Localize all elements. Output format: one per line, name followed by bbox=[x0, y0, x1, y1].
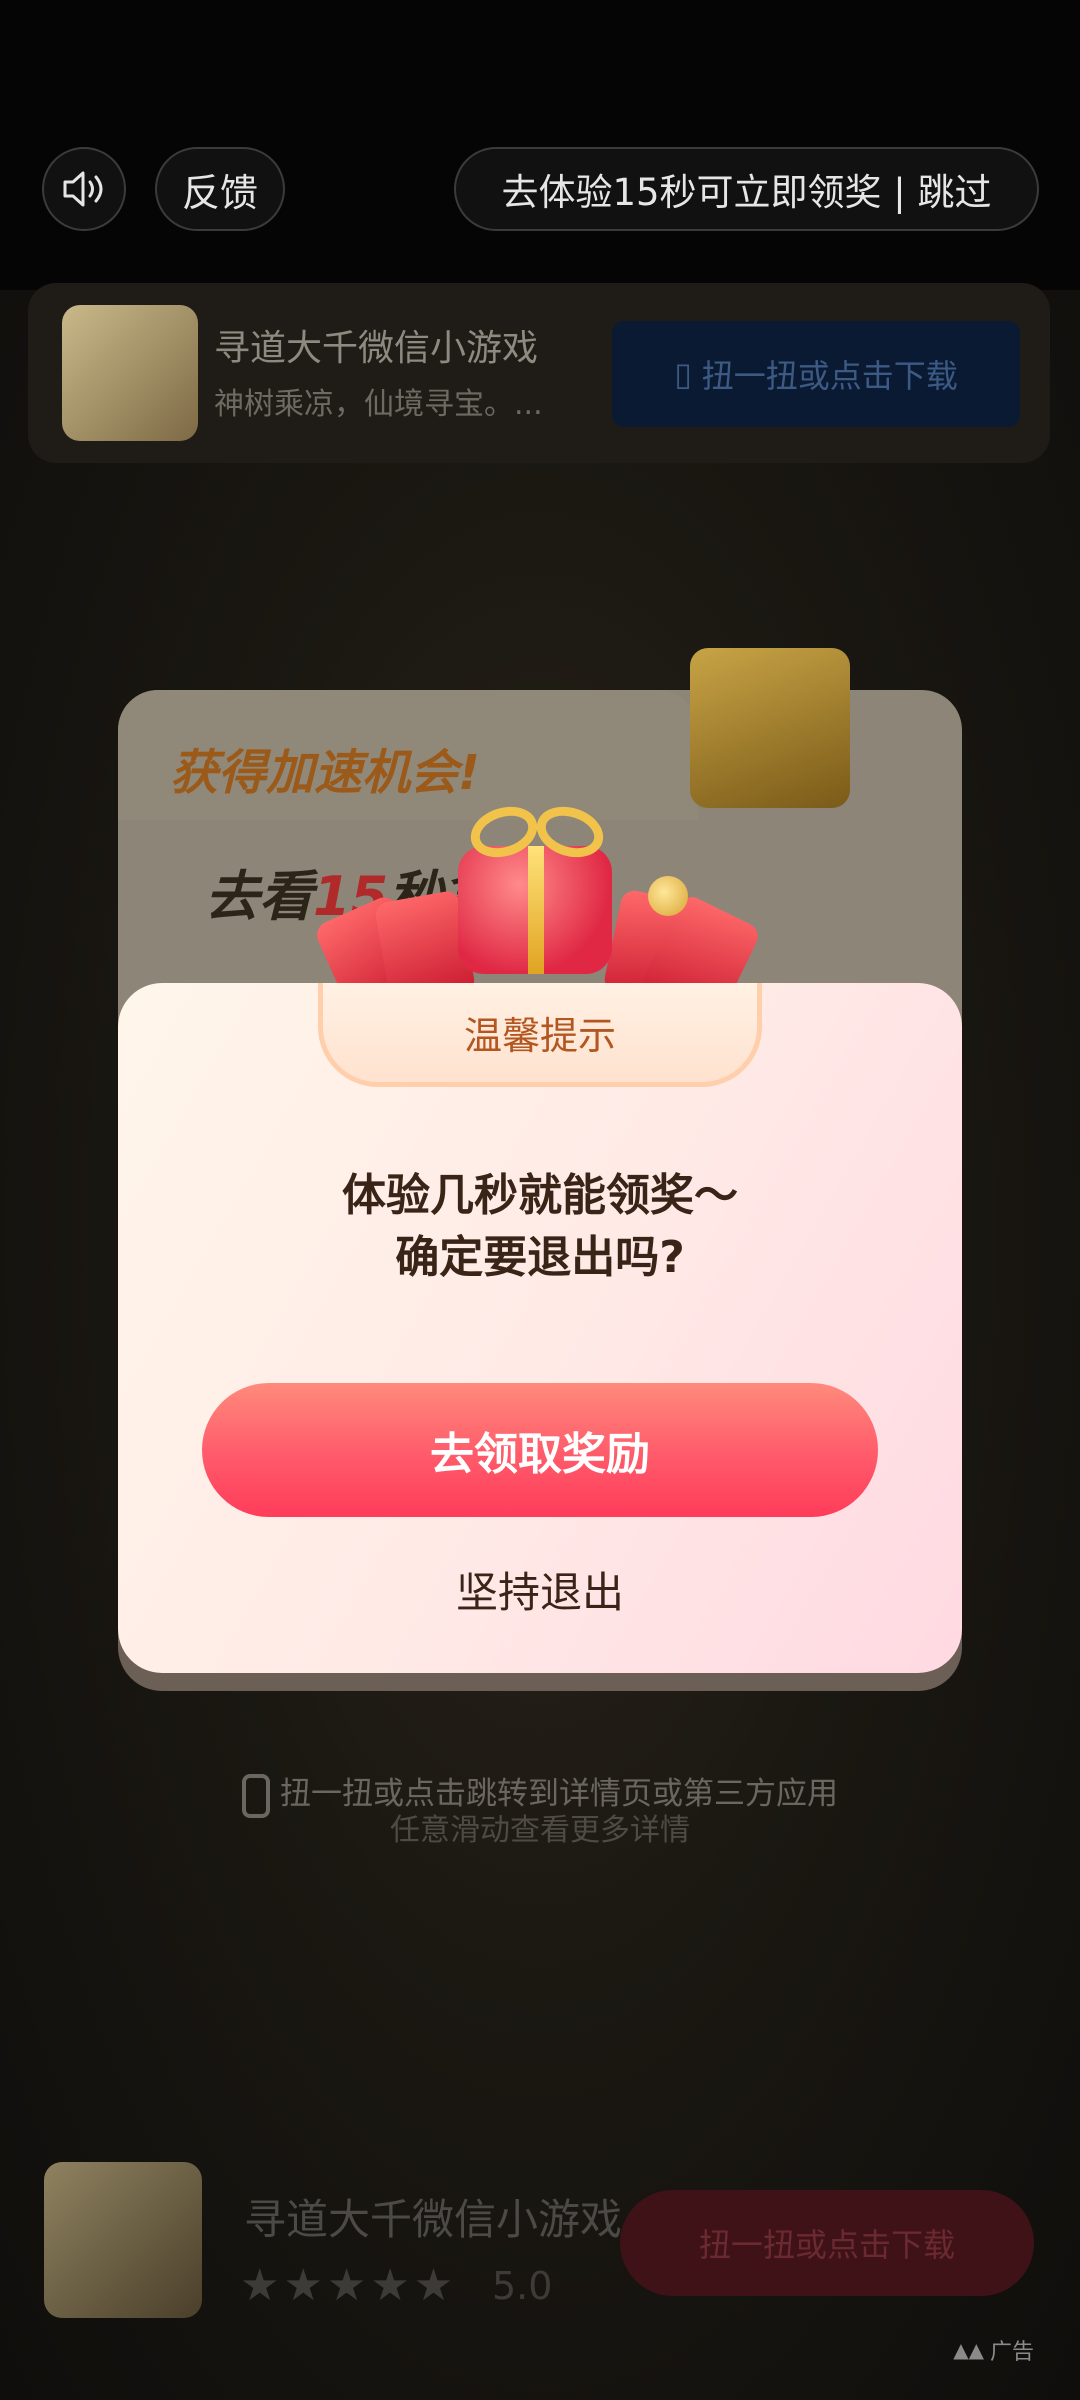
confirm-exit-button[interactable]: 坚持退出 bbox=[118, 1559, 962, 1620]
promo-headline: 获得加速机会! bbox=[170, 745, 480, 801]
swipe-hint: 任意滑动查看更多详情 bbox=[390, 1813, 690, 1848]
dialog-message-line2: 确定要退出吗? bbox=[395, 1232, 685, 1283]
gift-ribbon bbox=[528, 846, 544, 974]
rating-stars: ★★★★★ bbox=[240, 2260, 458, 2311]
app-title: 寻道大千微信小游戏 bbox=[214, 328, 539, 369]
promo-sub-prefix: 去看 bbox=[205, 865, 313, 928]
app-download-label: 扭一扭或点击下载 bbox=[701, 357, 958, 395]
gift-illustration bbox=[312, 798, 763, 1024]
dialog-message-line1: 体验几秒就能领奖～ bbox=[342, 1170, 738, 1221]
bottom-download-button[interactable]: 扭一扭或点击下载 bbox=[620, 2190, 1034, 2296]
top-bar bbox=[0, 0, 1080, 290]
sound-button[interactable] bbox=[42, 147, 126, 231]
rating-value: 5.0 bbox=[492, 2264, 553, 2308]
gold-coin bbox=[648, 876, 688, 916]
claim-reward-button[interactable]: 去领取奖励 bbox=[202, 1383, 878, 1517]
bottom-app-title: 寻道大千微信小游戏 bbox=[244, 2195, 623, 2244]
dialog-message: 体验几秒就能领奖～ 确定要退出吗? bbox=[118, 1165, 962, 1289]
exit-confirm-dialog: 温馨提示 体验几秒就能领奖～ 确定要退出吗? 去领取奖励 坚持退出 bbox=[118, 983, 962, 1673]
ad-label-text: 广告 bbox=[989, 2340, 1034, 2365]
app-icon bbox=[62, 305, 198, 441]
app-card[interactable]: 寻道大千微信小游戏 神树乘凉，仙境寻宝。... ▯ 扭一扭或点击下载 bbox=[28, 283, 1050, 463]
feedback-button[interactable]: 反馈 bbox=[155, 147, 285, 231]
dialog-title: 温馨提示 bbox=[318, 983, 762, 1087]
app-description: 神树乘凉，仙境寻宝。... bbox=[214, 387, 543, 422]
ad-logo-icon: ▲▲ bbox=[953, 2338, 984, 2362]
speaker-icon bbox=[63, 171, 103, 207]
gold-gift-box bbox=[690, 648, 850, 808]
app-icon bbox=[44, 2162, 202, 2318]
app-download-button[interactable]: ▯ 扭一扭或点击下载 bbox=[612, 321, 1020, 427]
skip-button[interactable]: 去体验15秒可立即领奖 | 跳过 bbox=[454, 147, 1039, 231]
bottom-app-card[interactable]: 寻道大千微信小游戏 ★★★★★ 5.0 扭一扭或点击下载 bbox=[0, 2140, 1080, 2400]
phone-icon: ▯ bbox=[674, 355, 692, 393]
ad-label: ▲▲ 广告 bbox=[953, 2334, 1034, 2366]
